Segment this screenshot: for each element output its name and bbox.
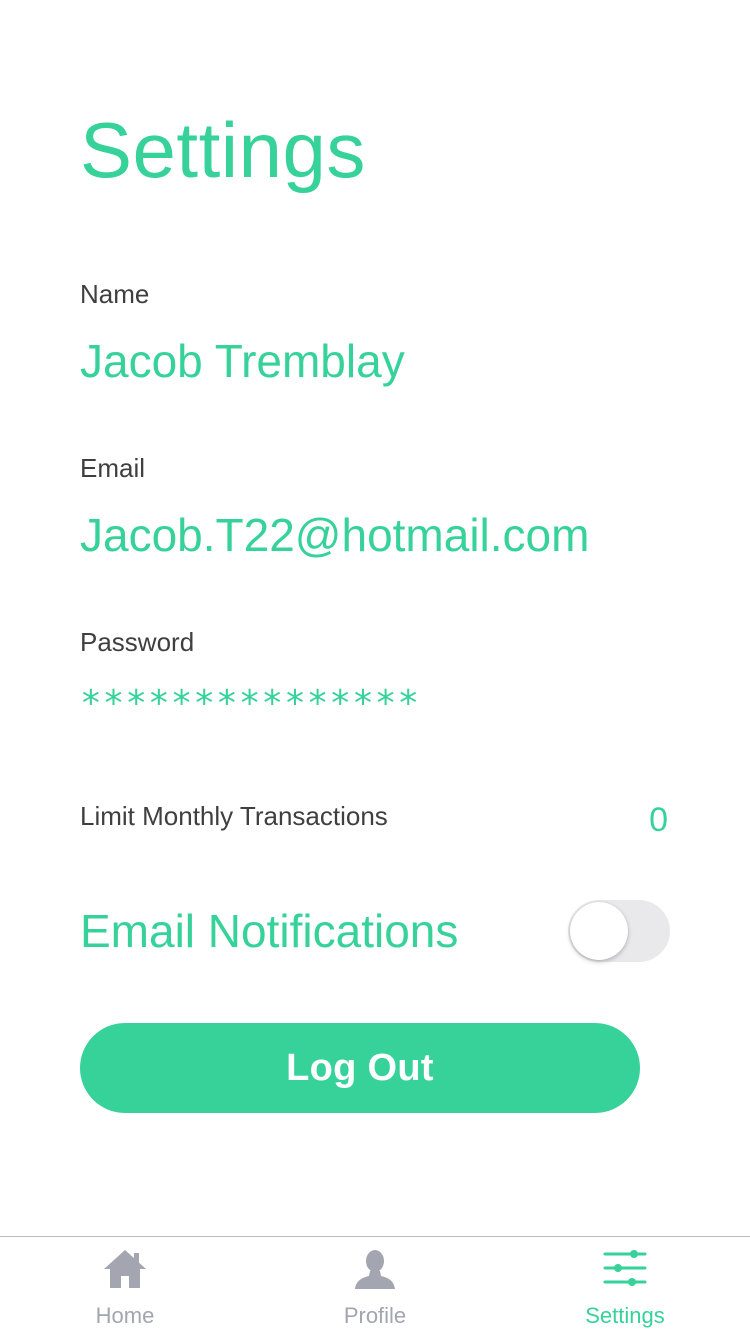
email-label: Email bbox=[80, 453, 146, 483]
limit-monthly-row: Limit Monthly Transactions 0 bbox=[80, 798, 670, 842]
password-value[interactable]: *************** bbox=[80, 684, 420, 724]
toggle-knob bbox=[570, 902, 628, 960]
profile-icon bbox=[355, 1250, 395, 1289]
tab-bar: Home Profile Settings bbox=[0, 1236, 750, 1335]
email-notifications-toggle[interactable] bbox=[568, 900, 670, 962]
email-value[interactable]: Jacob.T22@hotmail.com bbox=[80, 507, 589, 563]
limit-monthly-label: Limit Monthly Transactions bbox=[80, 801, 388, 831]
limit-monthly-value[interactable]: 0 bbox=[649, 800, 668, 840]
name-value[interactable]: Jacob Tremblay bbox=[80, 333, 405, 389]
tab-home[interactable]: Home bbox=[0, 1237, 250, 1335]
email-notifications-label: Email Notifications bbox=[80, 905, 459, 957]
settings-screen: Settings Name Jacob Tremblay Email Jacob… bbox=[0, 0, 750, 1335]
tab-profile-label: Profile bbox=[343, 1303, 407, 1328]
tab-settings[interactable]: Settings bbox=[500, 1237, 750, 1335]
password-label: Password bbox=[80, 627, 195, 657]
sliders-icon bbox=[603, 1250, 647, 1286]
tab-settings-label: Settings bbox=[585, 1303, 665, 1328]
page-title: Settings bbox=[80, 106, 366, 194]
name-label: Name bbox=[80, 279, 150, 309]
tab-profile[interactable]: Profile bbox=[250, 1237, 500, 1335]
home-icon bbox=[104, 1250, 146, 1288]
logout-button[interactable]: Log Out bbox=[80, 1023, 640, 1113]
tab-home-label: Home bbox=[95, 1303, 155, 1328]
email-notifications-row: Email Notifications bbox=[80, 898, 670, 966]
